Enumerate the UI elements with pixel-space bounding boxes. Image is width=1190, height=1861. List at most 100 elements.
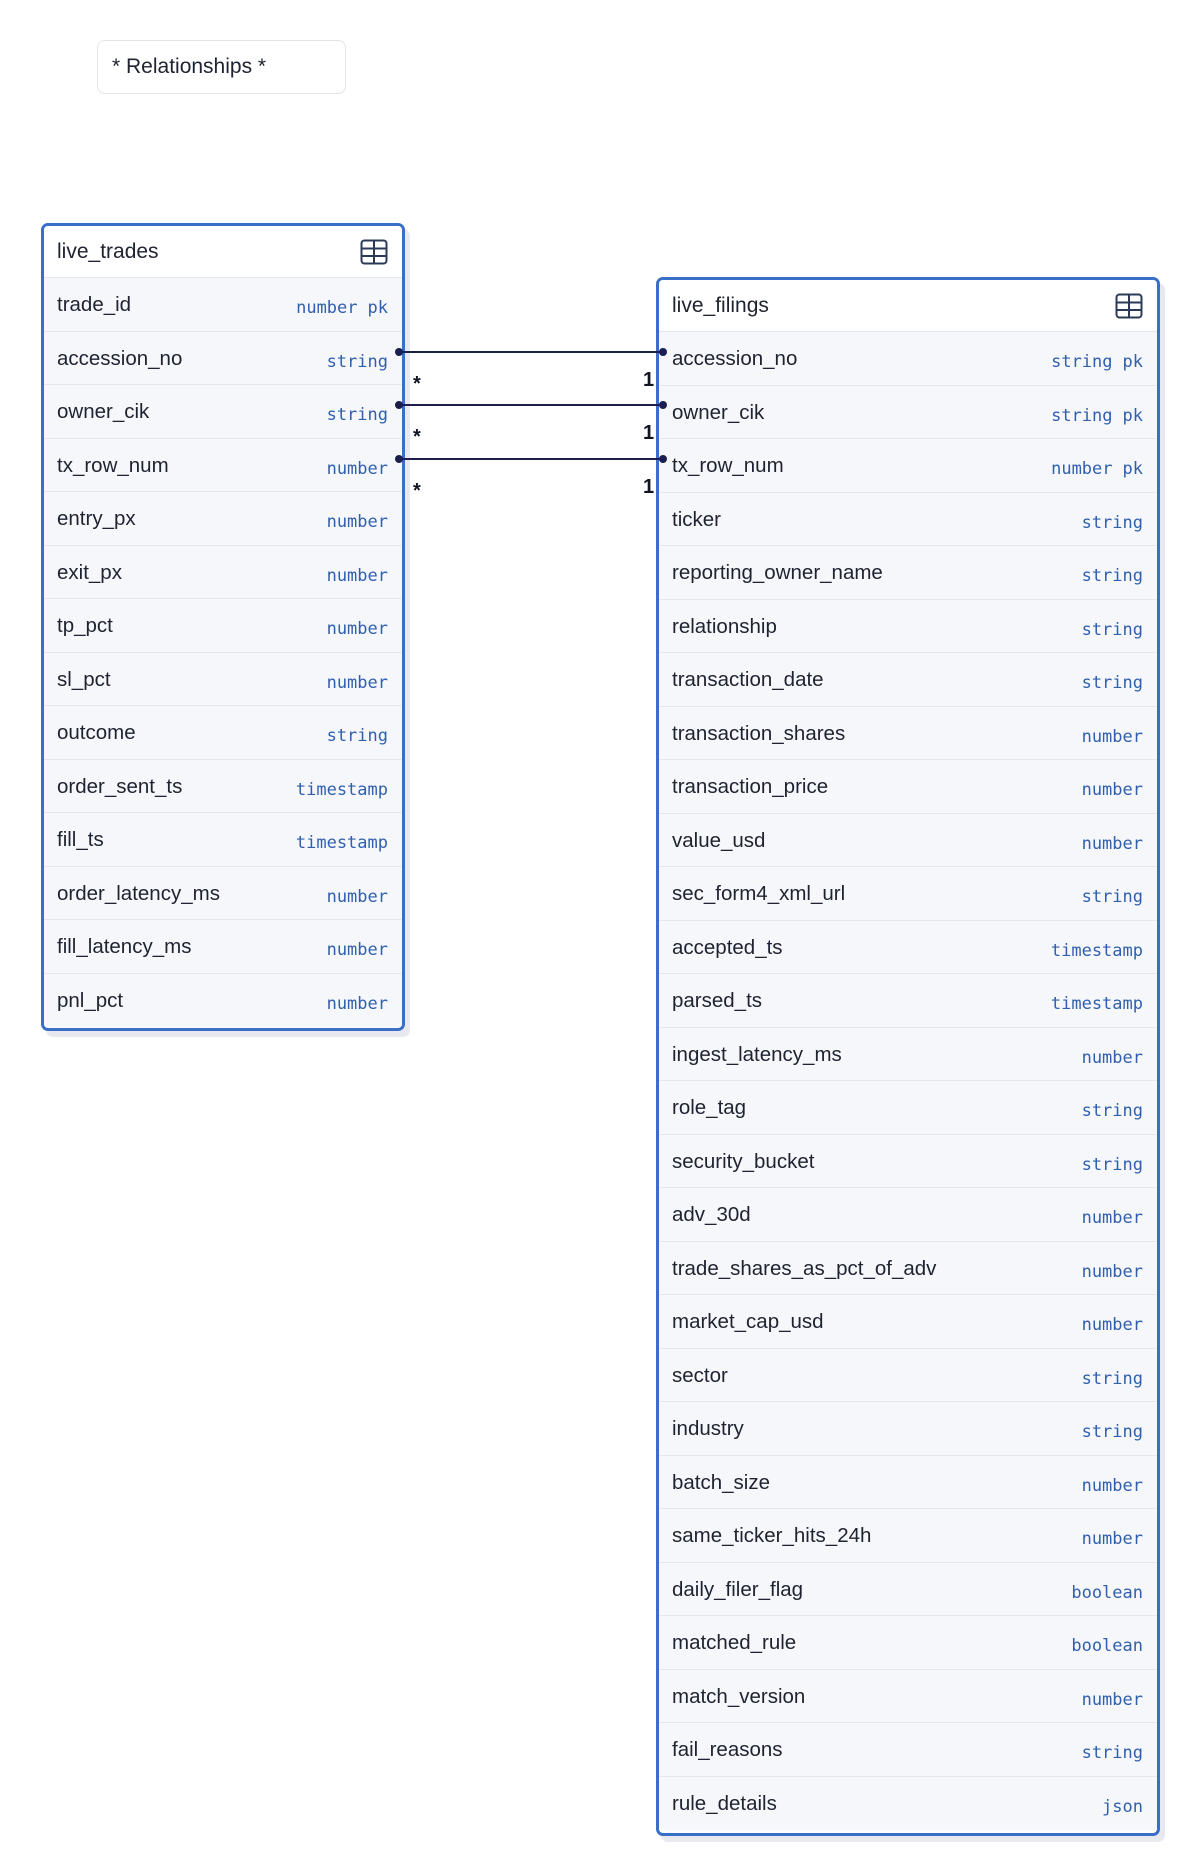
column-type-label: number [1081,726,1143,747]
column-row-value-usd[interactable]: value_usd number [659,813,1157,867]
column-row-ticker[interactable]: ticker string [659,492,1157,546]
column-row-order-sent-ts[interactable]: order_sent_ts timestamp [44,759,402,817]
column-row-daily-filer-flag[interactable]: daily_filer_flag boolean [659,1562,1157,1616]
column-row-batch-size[interactable]: batch_size number [659,1455,1157,1513]
table-title: live_filings [672,294,769,317]
column-row-accepted-ts[interactable]: accepted_ts timestamp [659,920,1157,978]
column-row-tx-row-num[interactable]: tx_row_num number pk [659,439,1157,493]
column-row-same-ticker-hits-24h[interactable]: same_ticker_hits_24h number [659,1509,1157,1563]
column-name: owner_cik [57,400,150,423]
column-list: trade_id number pk accession_no string owner_… [44,278,402,1027]
column-name: relationship [672,614,777,638]
column-row-tx-row-num[interactable]: tx_row_num number [44,438,402,496]
column-type-label: string [1081,1154,1143,1175]
column-name: accession_no [672,347,798,370]
column-row-ingest-latency-ms[interactable]: ingest_latency_ms number [659,1027,1157,1085]
column-type-label: timestamp [295,779,388,800]
column-row-market-cap-usd[interactable]: market_cap_usd number [659,1295,1157,1349]
table-header[interactable]: live_trades [44,226,402,278]
column-type: string [1082,1727,1143,1780]
column-row-trade-id[interactable]: trade_id number pk [44,278,402,332]
column-type-label: number [1081,1047,1143,1068]
column-type-label: string [1051,352,1113,372]
column-row-security-bucket[interactable]: security_bucket string [659,1134,1157,1188]
column-type: string [1082,1353,1143,1406]
column-row-transaction-shares[interactable]: transaction_shares number [659,706,1157,764]
column-type: number [1082,1460,1143,1513]
column-row-industry[interactable]: industry string [659,1402,1157,1456]
column-type: number [1082,1032,1143,1085]
column-row-transaction-date[interactable]: transaction_date string [659,653,1157,707]
column-row-match-version[interactable]: match_version number [659,1669,1157,1723]
column-type: number [1082,711,1143,764]
column-name: order_sent_ts [57,774,183,798]
cardinality-many: * [413,426,421,448]
column-type: number [327,924,388,977]
table-live-trades[interactable]: live_trades trade_id number pk accession_no… [41,223,405,1031]
column-name: owner_cik [672,400,765,424]
column-row-fill-latency-ms[interactable]: fill_latency_ms number [44,920,402,974]
column-row-owner-cik[interactable]: owner_cik string pk [659,385,1157,439]
column-row-fill-ts[interactable]: fill_ts timestamp [44,813,402,867]
column-type: number [327,443,388,496]
column-name: sl_pct [57,667,111,691]
column-row-tp-pct[interactable]: tp_pct number [44,599,402,653]
column-name: ticker [672,507,721,531]
column-name: market_cap_usd [672,1310,824,1333]
column-name: daily_filer_flag [672,1577,804,1601]
column-row-parsed-ts[interactable]: parsed_ts timestamp [659,974,1157,1028]
column-type-label: string [1081,1101,1143,1121]
table-live-filings[interactable]: live_filings accession_no string pk owner_c… [656,277,1160,1836]
column-type-label: string [1081,673,1143,693]
column-name: ingest_latency_ms [672,1042,842,1066]
column-row-transaction-price[interactable]: transaction_price number [659,760,1157,814]
er-diagram-canvas: * Relationships * live_trades trade_id nu… [0,0,1190,1861]
column-type: string [327,336,388,389]
column-name: tx_row_num [672,454,784,477]
column-name: batch_size [672,1470,771,1494]
column-type: string [1082,871,1143,924]
column-row-pnl-pct[interactable]: pnl_pct number [44,973,402,1027]
column-name: fill_latency_ms [57,935,192,958]
table-header[interactable]: live_filings [659,280,1157,332]
column-row-relationship[interactable]: relationship string [659,599,1157,653]
column-type-label: string [326,726,388,746]
column-row-accession-no[interactable]: accession_no string [44,331,402,389]
column-row-entry-px[interactable]: entry_px number [44,492,402,546]
column-name: sec_form4_xml_url [672,882,846,905]
column-name: trade_id [57,293,132,316]
column-row-matched-rule[interactable]: matched_rule boolean [659,1616,1157,1670]
column-type-label: number [1081,1529,1143,1549]
column-name: tp_pct [57,614,113,637]
column-type: string [327,710,388,763]
column-type: number [327,603,388,656]
column-row-reporting-owner-name[interactable]: reporting_owner_name string [659,546,1157,600]
column-row-role-tag[interactable]: role_tag string [659,1081,1157,1135]
column-row-fail-reasons[interactable]: fail_reasons string [659,1723,1157,1777]
column-row-sec-form4-xml-url[interactable]: sec_form4_xml_url string [659,867,1157,921]
column-type-label: string [1081,1368,1143,1389]
column-row-accession-no[interactable]: accession_no string pk [659,332,1157,386]
column-type-label: number [1081,780,1143,800]
column-type: string [327,389,388,442]
column-type-label: string [1081,887,1143,907]
column-row-outcome[interactable]: outcome string [44,706,402,760]
column-row-owner-cik[interactable]: owner_cik string [44,385,402,439]
column-name: pnl_pct [57,988,124,1012]
column-type: timestamp [296,764,388,817]
column-type-label: number [326,458,388,479]
column-row-exit-px[interactable]: exit_px number [44,545,402,599]
column-row-adv-30d[interactable]: adv_30d number [659,1188,1157,1242]
column-type-label: string [1081,1743,1143,1763]
column-type-label: number [1081,1208,1143,1228]
column-row-rule-details[interactable]: rule_details json [659,1776,1157,1830]
column-type: number pk [296,282,388,335]
column-row-trade-shares-as-pct-of-adv[interactable]: trade_shares_as_pct_of_adv number [659,1241,1157,1295]
column-name: outcome [57,721,136,744]
column-name: role_tag [672,1096,747,1119]
column-row-order-latency-ms[interactable]: order_latency_ms number [44,866,402,920]
column-row-sl-pct[interactable]: sl_pct number [44,652,402,706]
column-type: timestamp [1051,925,1143,978]
column-type-label: string [1081,512,1143,533]
column-row-sector[interactable]: sector string [659,1348,1157,1406]
